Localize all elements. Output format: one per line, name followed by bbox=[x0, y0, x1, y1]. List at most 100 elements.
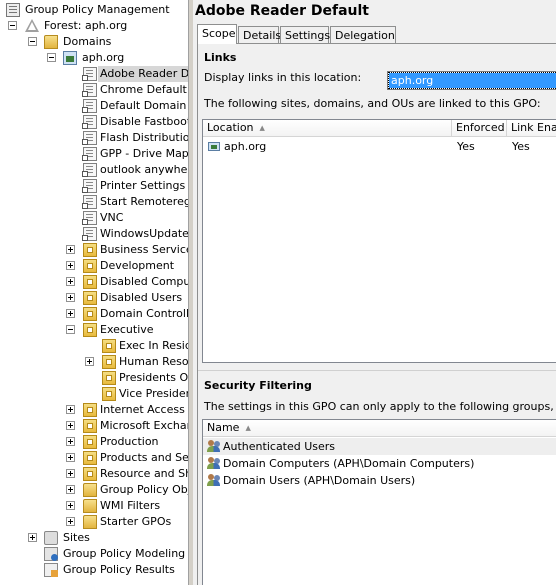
tree-gpo-link[interactable]: VNC bbox=[0, 210, 188, 226]
gpo-link-icon bbox=[82, 163, 97, 177]
tree-ou[interactable]: Human Resources bbox=[0, 354, 188, 370]
tree-gpo-link[interactable]: outlook anywhere bbox=[0, 162, 188, 178]
tree-container[interactable]: Starter GPOs bbox=[0, 514, 188, 530]
tree-gpo-link[interactable]: Disable Fastboot bbox=[0, 114, 188, 130]
results-icon bbox=[44, 563, 58, 577]
gpo-title: Adobe Reader Default bbox=[195, 3, 369, 19]
organizational-unit-icon bbox=[83, 307, 97, 321]
tree-ou[interactable]: Domain Controllers bbox=[0, 306, 188, 322]
security-row[interactable]: Authenticated Users bbox=[203, 438, 556, 455]
tree-ou[interactable]: Business Services bbox=[0, 242, 188, 258]
tree-gpo-link[interactable]: Start Remoteregistry bbox=[0, 194, 188, 210]
tree-node-forest[interactable]: Forest: aph.org bbox=[0, 18, 188, 34]
organizational-unit-icon bbox=[83, 259, 97, 273]
tree-node-domains[interactable]: Domains bbox=[0, 34, 188, 50]
expand-icon[interactable] bbox=[66, 245, 75, 254]
column-header-name[interactable]: Name ▲ bbox=[203, 420, 556, 437]
organizational-unit-icon bbox=[83, 275, 97, 289]
tree-gpo-link[interactable]: GPP - Drive Maps bbox=[0, 146, 188, 162]
collapse-icon[interactable] bbox=[47, 53, 56, 62]
user-group-icon bbox=[207, 439, 222, 453]
tree-node-domain[interactable]: aph.org bbox=[0, 50, 188, 66]
expand-icon[interactable] bbox=[28, 533, 37, 542]
collapse-icon[interactable] bbox=[8, 21, 17, 30]
tree-ou[interactable]: Presidents Office bbox=[0, 370, 188, 386]
organizational-unit-icon bbox=[83, 243, 97, 257]
organizational-unit-icon bbox=[83, 451, 97, 465]
tree-node-root[interactable]: Group Policy Management bbox=[0, 2, 188, 18]
collapse-icon[interactable] bbox=[66, 325, 75, 334]
organizational-unit-icon bbox=[83, 419, 97, 433]
tree-node-results[interactable]: Group Policy Results bbox=[0, 562, 188, 578]
security-row[interactable]: Domain Computers (APH\Domain Computers) bbox=[203, 455, 556, 472]
tree-gpo-link[interactable]: Chrome Default bbox=[0, 82, 188, 98]
column-header-location[interactable]: Location ▲ bbox=[203, 120, 452, 137]
tree-ou[interactable]: Development bbox=[0, 258, 188, 274]
links-heading: Links bbox=[204, 51, 237, 64]
organizational-unit-icon bbox=[83, 323, 97, 337]
tree-gpo-link[interactable]: Printer Settings bbox=[0, 178, 188, 194]
organizational-unit-icon bbox=[83, 435, 97, 449]
tree-gpo-link[interactable]: Flash Distribution bbox=[0, 130, 188, 146]
tab-details[interactable]: Details bbox=[238, 26, 281, 43]
sort-ascending-icon: ▲ bbox=[245, 424, 251, 432]
tree-container[interactable]: WMI Filters bbox=[0, 498, 188, 514]
gpo-link-icon bbox=[82, 195, 97, 209]
organizational-unit-icon bbox=[83, 403, 97, 417]
expand-icon[interactable] bbox=[66, 485, 75, 494]
domains-folder-icon bbox=[44, 35, 58, 49]
column-header-enforced[interactable]: Enforced bbox=[452, 120, 507, 137]
tree-node-sites[interactable]: Sites bbox=[0, 530, 188, 546]
security-filtering-description: The settings in this GPO can only apply … bbox=[204, 400, 556, 413]
tab-delegation[interactable]: Delegation bbox=[330, 26, 396, 43]
tree-ou[interactable]: Vice Presidents bbox=[0, 386, 188, 402]
tree-ou[interactable]: Disabled Users bbox=[0, 290, 188, 306]
security-list-header: Name ▲ bbox=[203, 420, 556, 437]
expand-icon[interactable] bbox=[66, 261, 75, 270]
tree-gpo-link[interactable]: WindowsUpdate bbox=[0, 226, 188, 242]
gpo-link-icon bbox=[82, 99, 97, 113]
security-row[interactable]: Domain Users (APH\Domain Users) bbox=[203, 472, 556, 489]
expand-icon[interactable] bbox=[66, 421, 75, 430]
links-list-header: Location▲ Enforced Link Enabled bbox=[203, 120, 556, 137]
expand-icon[interactable] bbox=[66, 277, 75, 286]
expand-icon[interactable] bbox=[66, 309, 75, 318]
expand-icon[interactable] bbox=[66, 517, 75, 526]
organizational-unit-icon bbox=[102, 387, 116, 401]
column-header-link-enabled[interactable]: Link Enabled bbox=[507, 120, 556, 137]
tree-node-modeling[interactable]: Group Policy Modeling bbox=[0, 546, 188, 562]
expand-icon[interactable] bbox=[66, 293, 75, 302]
tree-ou[interactable]: Disabled Computers bbox=[0, 274, 188, 290]
gpo-link-icon bbox=[82, 211, 97, 225]
tree-gpo-link[interactable]: Adobe Reader Default bbox=[0, 66, 188, 82]
expand-icon[interactable] bbox=[66, 405, 75, 414]
organizational-unit-icon bbox=[102, 339, 116, 353]
tree-ou[interactable]: Resource and Sharing bbox=[0, 466, 188, 482]
expand-icon[interactable] bbox=[66, 437, 75, 446]
expand-icon[interactable] bbox=[66, 453, 75, 462]
tree-container[interactable]: Group Policy Objects bbox=[0, 482, 188, 498]
tree-ou[interactable]: Products and Services bbox=[0, 450, 188, 466]
domain-icon bbox=[63, 51, 77, 65]
group-policy-management-icon bbox=[6, 3, 20, 17]
tree-ou[interactable]: Microsoft Exchange bbox=[0, 418, 188, 434]
folder-icon bbox=[83, 515, 97, 529]
expand-icon[interactable] bbox=[66, 501, 75, 510]
gpo-link-icon bbox=[82, 115, 97, 129]
folder-icon bbox=[83, 499, 97, 513]
organizational-unit-icon bbox=[102, 371, 116, 385]
tab-settings[interactable]: Settings bbox=[280, 26, 330, 43]
collapse-icon[interactable] bbox=[28, 37, 37, 46]
tree-gpo-link[interactable]: Default Domain Policy bbox=[0, 98, 188, 114]
tab-scope[interactable]: Scope bbox=[197, 24, 237, 44]
security-filtering-list[interactable]: Name ▲ Authenticated Users Domain Compute… bbox=[202, 419, 556, 585]
tree-ou-executive[interactable]: Executive bbox=[0, 322, 188, 338]
links-list[interactable]: Location▲ Enforced Link Enabled aph.org … bbox=[202, 119, 556, 363]
tree-ou[interactable]: Exec In Residence bbox=[0, 338, 188, 354]
display-links-location-select[interactable]: aph.org bbox=[387, 71, 556, 90]
expand-icon[interactable] bbox=[85, 357, 94, 366]
expand-icon[interactable] bbox=[66, 469, 75, 478]
tree-ou[interactable]: Production bbox=[0, 434, 188, 450]
link-row[interactable]: aph.org Yes Yes bbox=[203, 138, 556, 155]
tree-ou[interactable]: Internet Access Groups bbox=[0, 402, 188, 418]
